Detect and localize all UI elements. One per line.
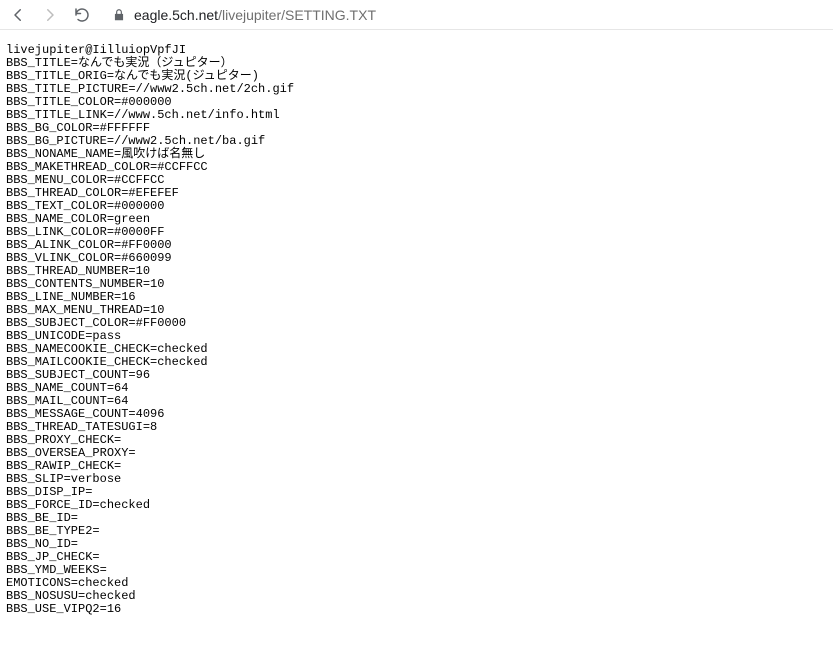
- url-text: eagle.5ch.net/livejupiter/SETTING.TXT: [134, 7, 376, 23]
- setting-text: livejupiter@IilluiopVpfJI BBS_TITLE=なんでも…: [6, 44, 827, 616]
- lock-icon: [112, 8, 126, 22]
- address-bar[interactable]: eagle.5ch.net/livejupiter/SETTING.TXT: [102, 7, 827, 23]
- forward-button[interactable]: [38, 3, 62, 27]
- browser-toolbar: eagle.5ch.net/livejupiter/SETTING.TXT: [0, 0, 833, 30]
- arrow-right-icon: [41, 6, 59, 24]
- back-button[interactable]: [6, 3, 30, 27]
- reload-icon: [73, 6, 91, 24]
- reload-button[interactable]: [70, 3, 94, 27]
- page-viewport: livejupiter@IilluiopVpfJI BBS_TITLE=なんでも…: [0, 30, 833, 630]
- url-host: eagle.5ch.net: [134, 7, 218, 23]
- arrow-left-icon: [9, 6, 27, 24]
- url-path: /livejupiter/SETTING.TXT: [218, 7, 376, 23]
